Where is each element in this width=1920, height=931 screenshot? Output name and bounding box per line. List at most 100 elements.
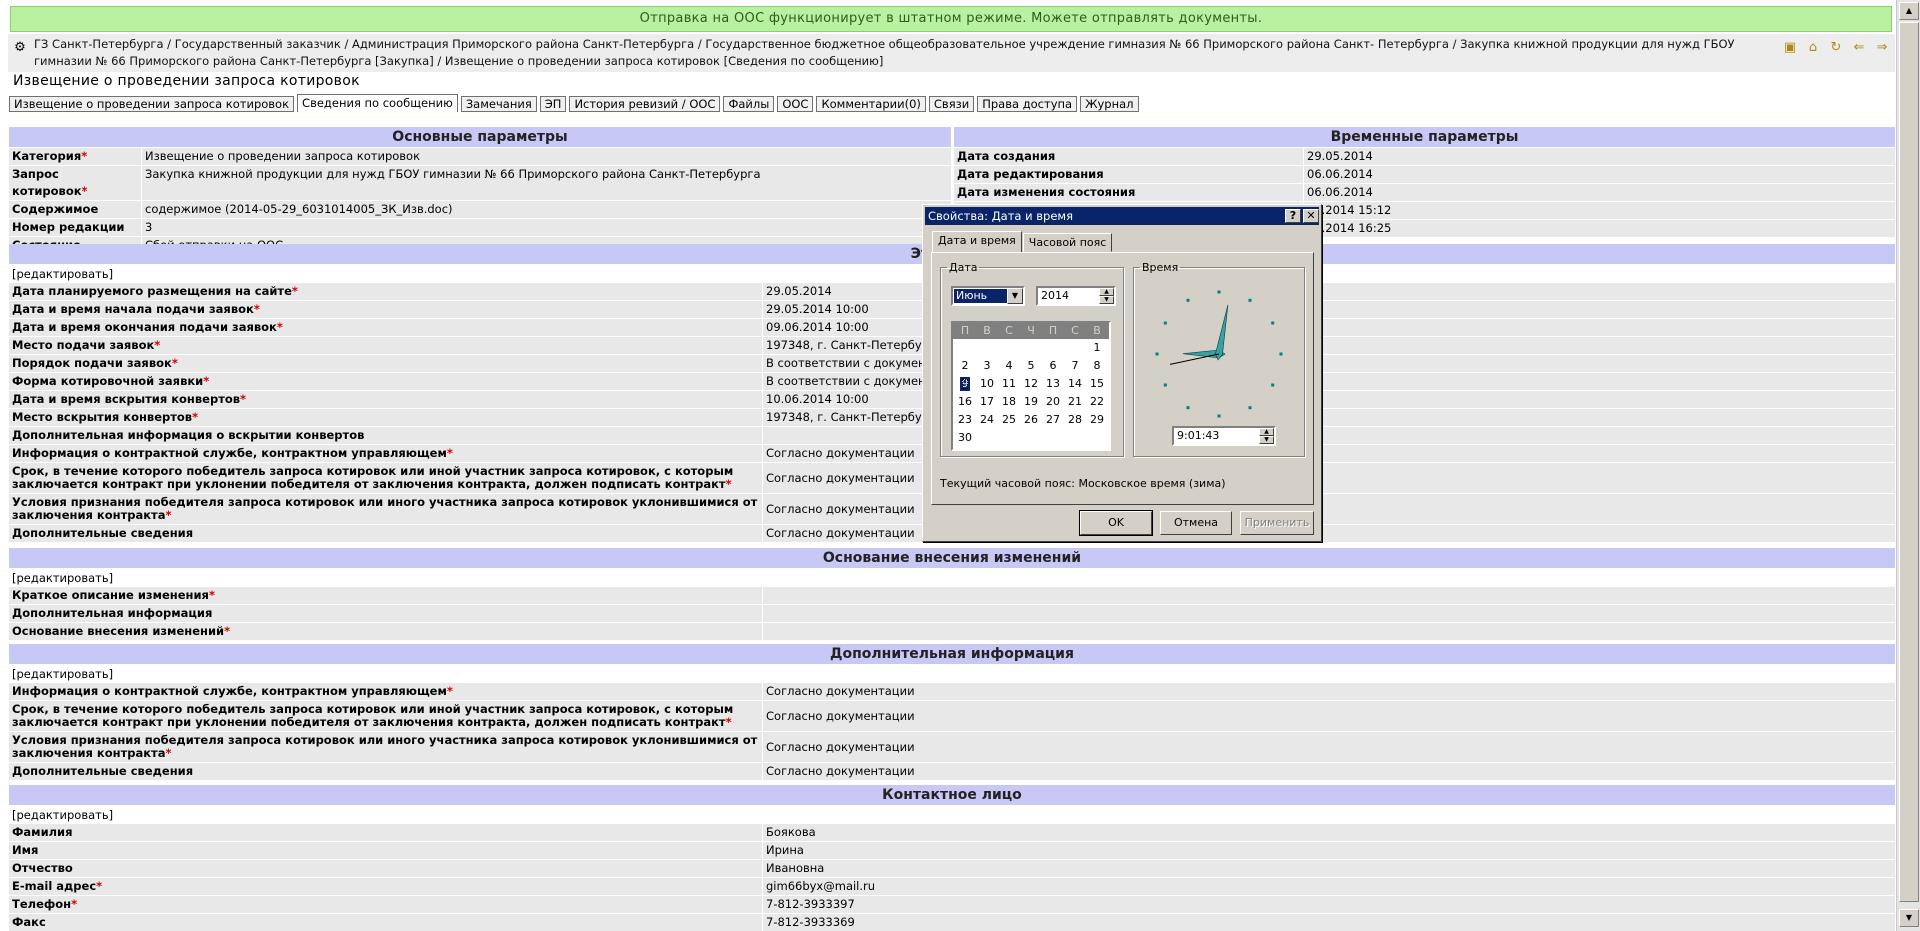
calendar-day[interactable]: 28 [1064,411,1086,429]
spin-down-icon[interactable]: ▼ [1259,436,1274,444]
timezone-text: Текущий часовой пояс: Московское время (… [940,477,1226,490]
calendar-day[interactable]: 15 [1086,375,1108,393]
row-label: Имя [12,843,39,857]
additional-section: Дополнительная информация [редактировать… [9,644,1895,781]
clock-hour-mark [1163,321,1167,325]
calendar-day[interactable]: 25 [998,411,1020,429]
forward-arrow-icon[interactable]: ⇒ [1873,39,1891,57]
calendar-day[interactable]: 19 [1020,393,1042,411]
changes-rows: Краткое описание изменения* Дополнительна… [9,587,1895,641]
calendar-day[interactable]: 16 [954,393,976,411]
table-row: Краткое описание изменения* [9,587,1895,605]
tab-time-zone[interactable]: Часовой пояс [1022,233,1113,252]
calendar-day[interactable]: 1 [1086,339,1108,357]
calendar-day[interactable]: 30 [954,429,976,447]
scroll-down-icon[interactable]: ▼ [1899,909,1919,927]
calendar-day[interactable]: 14 [1064,375,1086,393]
scroll-thumb[interactable] [1899,22,1919,902]
calendar-day[interactable]: 2 [954,357,976,375]
calendar-day[interactable]: 22 [1086,393,1108,411]
clock-hour-mark [1271,383,1275,387]
row-value: 3 [145,220,153,234]
toolbar: ▣ ⌂ ↻ ⇐ ⇒ [1775,39,1891,59]
tab-access-rights[interactable]: Права доступа [977,96,1078,112]
calendar-day[interactable]: 20 [1042,393,1064,411]
tab-revision-history[interactable]: История ревизий / ООС [569,96,721,112]
calendar-day[interactable]: 4 [998,357,1020,375]
edit-link[interactable]: [редактировать] [9,665,1895,683]
tab-message-info[interactable]: Сведения по сообщению [297,94,458,112]
calendar-day[interactable]: 5 [1020,357,1042,375]
ok-button[interactable]: OK [1079,510,1153,536]
row-label: Срок, в течение которого победитель запр… [12,464,734,491]
tab-oos[interactable]: ООС [777,96,814,112]
calendar-grid[interactable]: ПВСЧПСВ 1 2 3 4 5 6 7 8 9 10 11 12 13 14 15 16 17 18 19 20 2… [951,321,1111,451]
scroll-up-icon[interactable]: ▲ [1899,2,1919,20]
house-icon[interactable]: ⌂ [1804,39,1822,57]
tab-date-time[interactable]: Дата и время [932,231,1022,252]
calendar-day[interactable]: 23 [954,411,976,429]
spin-up-icon[interactable]: ▲ [1099,288,1114,296]
month-select[interactable]: Июнь ▼ [951,286,1025,306]
row-label: Основание внесения изменений [12,624,225,638]
calendar-days[interactable]: 1 2 3 4 5 6 7 8 9 10 11 12 13 14 15 16 17 18 19 20 21 22 23 24 2… [953,339,1109,447]
close-icon[interactable]: ✕ [1303,209,1319,223]
calendar-day[interactable]: 26 [1020,411,1042,429]
folder-icon[interactable]: ▣ [1781,39,1799,57]
required-mark: * [154,338,161,352]
spin-down-icon[interactable]: ▼ [1099,296,1114,304]
calendar-day[interactable]: 17 [976,393,998,411]
row-value: 197348, г. Санкт-Петербург [766,410,935,424]
tab-links[interactable]: Связи [928,96,975,112]
calendar-day[interactable]: 7 [1064,357,1086,375]
tab-comments[interactable]: Комментарии(0) [816,96,926,112]
row-value: Согласно документации [766,501,915,516]
cancel-button[interactable]: Отмена [1160,511,1232,535]
spin-up-icon[interactable]: ▲ [1259,428,1274,436]
calendar-day[interactable]: 9 [960,377,970,391]
table-row: Основание внесения изменений* [9,623,1895,641]
breadcrumb[interactable]: ГЗ Санкт-Петербурга / Государственный за… [34,36,1784,70]
tab-files[interactable]: Файлы [723,96,775,112]
calendar-day[interactable]: 6 [1042,357,1064,375]
calendar-day[interactable]: 21 [1064,393,1086,411]
calendar-day[interactable]: 24 [976,411,998,429]
calendar-day[interactable]: 29 [1086,411,1108,429]
row-value[interactable]: содержимое (2014-05-29_6031014005_ЗК_Изв… [142,201,456,218]
tab-journal[interactable]: Журнал [1080,96,1139,112]
calendar-day[interactable]: 13 [1042,375,1064,393]
row-label: Отчество [12,861,73,875]
calendar-day[interactable]: 8 [1086,357,1108,375]
dialog-title-bar[interactable]: Свойства: Дата и время [925,207,1319,225]
calendar-day[interactable]: 12 [1020,375,1042,393]
apply-button[interactable]: Применить [1240,511,1314,535]
vertical-scrollbar[interactable]: ▲ ▼ [1896,0,1920,931]
edit-link[interactable]: [редактировать] [9,806,1895,824]
tab-remarks[interactable]: Замечания [460,96,537,112]
calendar-day[interactable]: 11 [998,375,1020,393]
row-label: Информация о контрактной службе, контрак… [12,684,447,698]
calendar-day[interactable]: 27 [1042,411,1064,429]
row-label: E-mail адрес [12,879,97,893]
browser-frame: { "banner": "Отправка на ООС функциониру… [0,0,1920,931]
year-spinner[interactable]: 2014 ▲ ▼ [1036,286,1116,306]
section-title: Основные параметры [9,127,951,148]
tab-notice[interactable]: Извещение о проведении запроса котировок [9,96,295,112]
refresh-icon[interactable]: ↻ [1827,39,1845,57]
clock-hour-mark [1248,406,1252,410]
tab-signature[interactable]: ЭП [539,96,567,112]
row-label: Запрос котировок [12,167,82,198]
calendar-day[interactable]: 3 [976,357,998,375]
row-label: Факс [12,915,46,929]
calendar-day[interactable]: 10 [976,375,998,393]
row-value: 09.06.2014 10:00 [766,320,869,334]
chevron-down-icon[interactable]: ▼ [1007,288,1023,304]
calendar-day[interactable]: 18 [998,393,1020,411]
edit-link[interactable]: [редактировать] [9,569,1895,587]
section-title: Временные параметры [954,127,1895,148]
back-arrow-icon[interactable]: ⇐ [1850,39,1868,57]
org-tree-icon[interactable]: ⚙ [12,40,28,56]
time-spinner[interactable]: 9:01:43 ▲ ▼ [1172,426,1276,446]
table-row: Номер редакции 3 [9,219,951,237]
help-button[interactable]: ? [1285,209,1301,223]
